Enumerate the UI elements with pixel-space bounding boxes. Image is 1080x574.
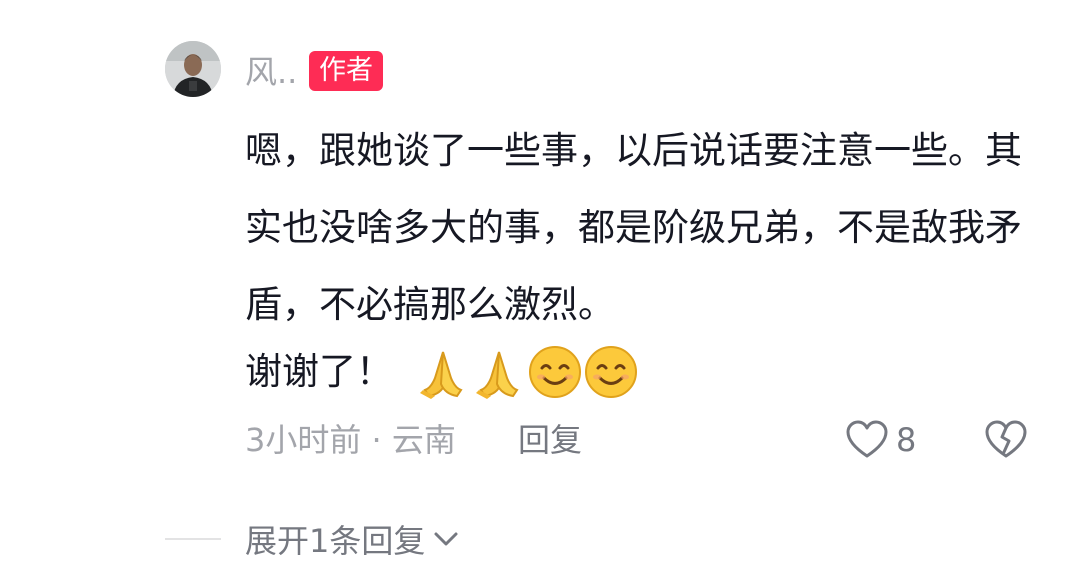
folded-hands-icon bbox=[476, 351, 519, 399]
smiling-face-icon bbox=[529, 346, 581, 398]
like-count: 8 bbox=[896, 421, 917, 459]
author-name[interactable]: 风.. bbox=[245, 52, 297, 92]
heart-icon bbox=[846, 420, 888, 458]
reply-button[interactable]: 回复 bbox=[518, 415, 582, 465]
smiling-face-icon bbox=[585, 346, 637, 398]
replies-divider bbox=[165, 538, 221, 540]
dislike-button[interactable] bbox=[983, 416, 1029, 464]
comment-timestamp-location: 3小时前 · 云南 bbox=[245, 421, 456, 459]
broken-heart-icon bbox=[985, 420, 1027, 458]
avatar[interactable] bbox=[165, 41, 221, 97]
author-badge: 作者 bbox=[309, 51, 383, 91]
like-button[interactable]: 8 bbox=[846, 416, 916, 464]
comment-thanks-text: 谢谢了！ bbox=[245, 350, 393, 393]
chevron-down-icon bbox=[434, 532, 458, 546]
comment-text: 嗯，跟她谈了一些事，以后说话要注意一些。其实也没啥多大的事，都是阶级兄弟，不是敌… bbox=[245, 129, 1022, 326]
expand-replies-button[interactable]: 展开1条回复 bbox=[245, 515, 459, 563]
comment-emoji-line: 谢谢了！ bbox=[245, 342, 639, 402]
folded-hands-icon bbox=[420, 351, 463, 399]
expand-replies-label: 展开1条回复 bbox=[245, 522, 426, 560]
